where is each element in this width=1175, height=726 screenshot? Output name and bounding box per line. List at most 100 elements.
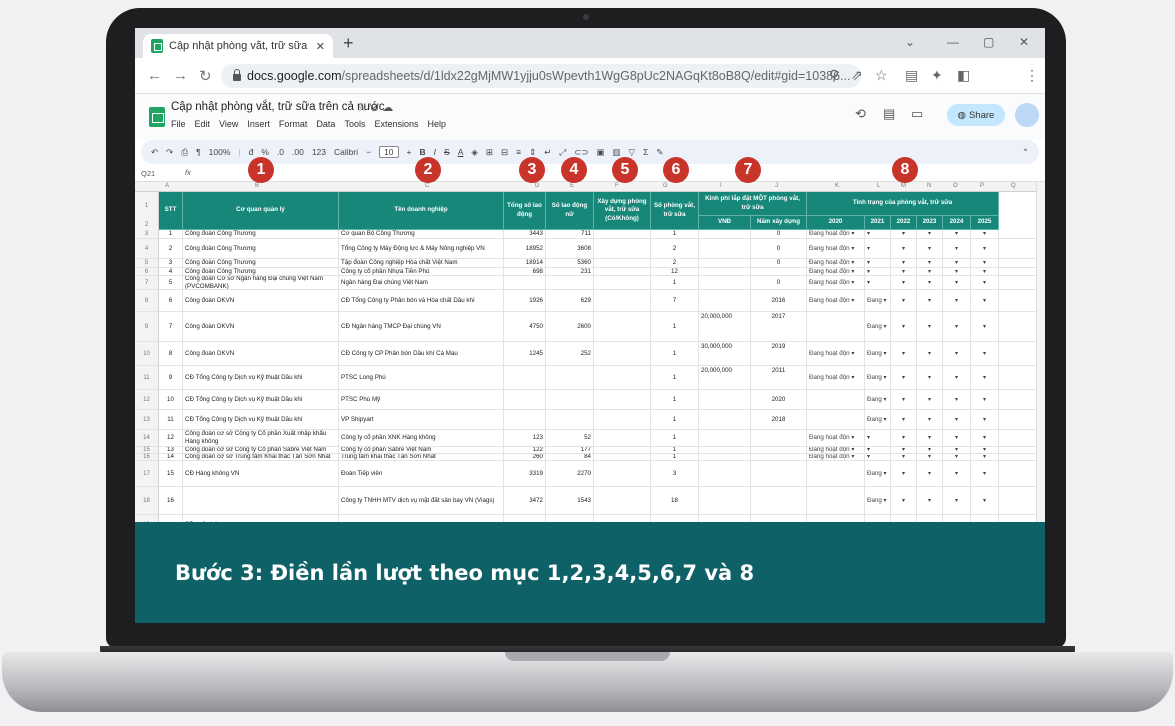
column-header[interactable]: Q [1011,183,1016,189]
table-cell[interactable]: 3 [651,461,699,486]
table-cell[interactable]: Đang hoạt độn ▾ [807,430,865,446]
table-cell[interactable]: ▾ [971,312,999,341]
table-cell[interactable]: 2011 [751,366,807,389]
star-move-cloud-icons[interactable]: ☆ ⊘ ☁ [357,101,393,114]
column-header[interactable]: B [255,183,259,189]
row-number[interactable]: 12 [135,390,159,409]
tab-close-icon[interactable]: ✕ [316,40,325,53]
table-cell[interactable]: Đang ▾ [865,366,891,389]
table-cell[interactable]: 15 [159,461,183,486]
table-cell[interactable]: ▾ [891,447,917,453]
table-cell[interactable]: Công ty TNHH MTV dịch vụ mặt đất sân bay… [339,487,504,514]
table-cell[interactable] [699,430,751,446]
column-header[interactable]: I [720,183,722,189]
table-cell[interactable]: ▾ [865,454,891,460]
table-cell[interactable]: 12 [159,430,183,446]
table-cell[interactable]: ▾ [943,461,971,486]
table-cell[interactable] [699,461,751,486]
chevron-down-icon[interactable]: ⌄ [905,35,915,49]
table-cell[interactable]: 260 [504,454,546,460]
comments-icon[interactable]: ▤ [883,106,895,122]
minimize-icon[interactable]: — [947,35,959,49]
table-cell[interactable]: 3 [159,259,183,267]
link-icon[interactable]: ⊂⊃ [574,147,588,158]
table-cell[interactable]: 7 [159,312,183,341]
table-cell[interactable]: Tập đoàn Công nghiệp Hóa chất Việt Nam [339,259,504,267]
table-cell[interactable]: ▾ [865,230,891,238]
table-cell[interactable]: Công ty cổ phần Nhựa Tiền Phú [339,268,504,275]
table-cell[interactable]: CĐ Tổng Công ty Dịch vụ Kỹ thuật Dầu khí [183,390,339,409]
meet-icon[interactable]: ▭ [911,106,923,122]
table-cell[interactable]: 20,000,000 [699,312,751,341]
table-cell[interactable]: ▾ [943,268,971,275]
menu-insert[interactable]: Insert [247,119,270,129]
table-cell[interactable]: 18914 [504,259,546,267]
table-cell[interactable]: 177 [546,447,594,453]
table-cell[interactable] [504,390,546,409]
table-cell[interactable]: ▾ [917,461,943,486]
row-number[interactable]: 6 [135,268,159,275]
table-cell[interactable]: ▾ [943,447,971,453]
table-cell[interactable]: 1543 [546,487,594,514]
table-cell[interactable] [546,390,594,409]
table-cell[interactable]: Đang hoạt độn ▾ [807,268,865,275]
table-cell[interactable]: ▾ [917,276,943,289]
table-cell[interactable]: 252 [546,342,594,365]
browser-tab[interactable]: Cập nhật phòng vắt, trữ sữa trên ✕ [143,34,333,58]
table-cell[interactable]: Trung tâm khai thác Tân Sơn Nhất [339,454,504,460]
table-cell[interactable]: Đang hoạt độn ▾ [807,259,865,267]
table-cell[interactable] [594,454,651,460]
table-cell[interactable]: 711 [546,230,594,238]
table-cell[interactable]: ▾ [917,259,943,267]
table-cell[interactable]: 2017 [751,312,807,341]
table-cell[interactable]: 7 [651,290,699,311]
table-cell[interactable]: ▾ [971,430,999,446]
column-header[interactable]: A [165,183,169,189]
table-cell[interactable]: 2020 [751,390,807,409]
table-cell[interactable]: 3319 [504,461,546,486]
table-cell[interactable]: 1 [651,447,699,453]
table-cell[interactable]: 5360 [546,259,594,267]
row-number[interactable]: 7 [135,276,159,289]
table-cell[interactable]: 1 [651,312,699,341]
table-cell[interactable] [699,230,751,238]
table-cell[interactable]: 14 [159,454,183,460]
table-cell[interactable] [594,342,651,365]
table-cell[interactable] [546,366,594,389]
table-cell[interactable]: ▾ [917,366,943,389]
table-cell[interactable]: ▾ [943,290,971,311]
menu-file[interactable]: File [171,119,186,129]
functions-icon[interactable]: Σ [643,147,648,157]
table-cell[interactable]: Đang ▾ [865,312,891,341]
table-cell[interactable] [751,268,807,275]
table-cell[interactable]: 9 [159,366,183,389]
row-number[interactable]: 17 [135,461,159,486]
table-cell[interactable] [594,259,651,267]
merge-cells-icon[interactable]: ⊟ [501,147,508,158]
table-cell[interactable]: ▾ [943,430,971,446]
table-cell[interactable]: 1 [651,276,699,289]
zoom-icon[interactable]: ⚲ [829,67,839,84]
print-icon[interactable]: ⎙ [181,147,188,158]
table-cell[interactable]: ▾ [971,366,999,389]
table-cell[interactable] [807,312,865,341]
table-cell[interactable]: 16 [159,487,183,514]
table-cell[interactable]: ▾ [891,276,917,289]
paint-format-icon[interactable]: ¶ [196,147,201,157]
table-cell[interactable] [751,430,807,446]
side-panel-icon[interactable]: ◧ [957,67,970,84]
table-cell[interactable]: 1 [651,342,699,365]
table-cell[interactable]: ▾ [943,239,971,258]
table-cell[interactable] [807,487,865,514]
chart-icon[interactable]: ▥ [612,147,620,158]
italic-icon[interactable]: I [434,147,436,157]
table-cell[interactable]: Ngân hàng Đại chúng Việt Nam [339,276,504,289]
table-cell[interactable]: ▾ [865,276,891,289]
table-cell[interactable]: ▾ [971,276,999,289]
table-cell[interactable]: 1926 [504,290,546,311]
table-cell[interactable] [751,447,807,453]
table-cell[interactable]: Công đoàn DKVN [183,290,339,311]
table-cell[interactable]: 2600 [546,312,594,341]
table-cell[interactable]: Đang ▾ [865,342,891,365]
table-cell[interactable]: ▾ [917,290,943,311]
